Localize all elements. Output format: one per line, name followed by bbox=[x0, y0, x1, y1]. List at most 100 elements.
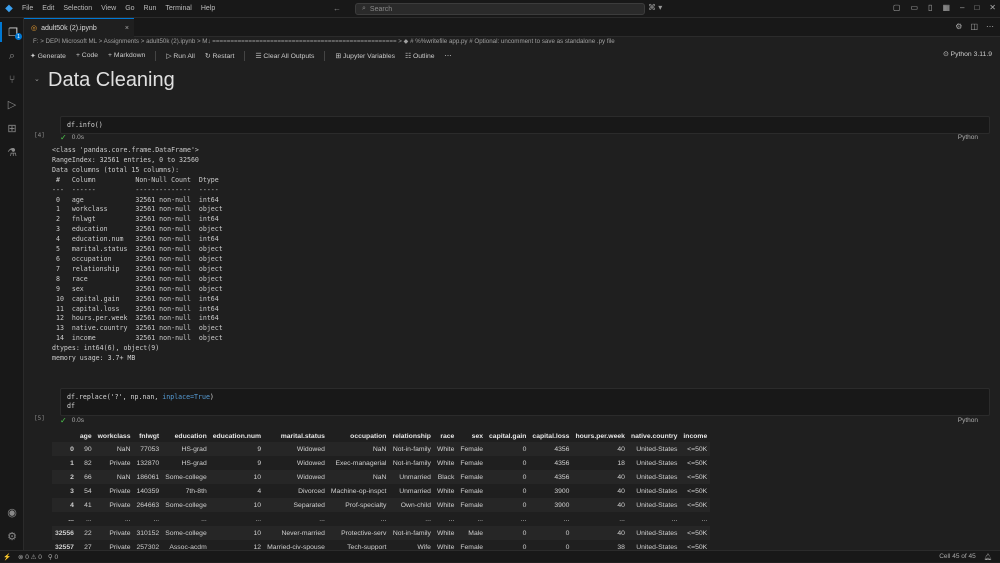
tab-close-icon[interactable]: × bbox=[125, 25, 129, 32]
source-control-icon[interactable]: ⑂ bbox=[0, 70, 24, 90]
table-cell: 0 bbox=[522, 543, 527, 551]
menu-edit[interactable]: Edit bbox=[42, 5, 54, 12]
row-index: 32556 bbox=[55, 529, 74, 537]
table-cell: ... bbox=[153, 515, 160, 523]
menu-selection[interactable]: Selection bbox=[63, 5, 92, 12]
column-header: relationship bbox=[392, 432, 431, 440]
nav-arrows: ← bbox=[333, 4, 341, 13]
command-center-search[interactable]: ⌕ Search bbox=[355, 3, 645, 15]
add-code-button[interactable]: + Code bbox=[76, 52, 98, 59]
table-cell: Female bbox=[460, 501, 484, 509]
settings-gear-icon[interactable]: ⚙ bbox=[0, 526, 24, 546]
extensions-icon[interactable]: ⊞ bbox=[0, 118, 24, 138]
table-cell: 77053 bbox=[140, 445, 160, 453]
table-cell: Machine-op-inspct bbox=[330, 487, 387, 495]
clear-outputs-button[interactable]: ☰ Clear All Outputs bbox=[255, 52, 314, 60]
table-cell: 4356 bbox=[554, 445, 570, 453]
table-cell: ... bbox=[448, 515, 455, 523]
more-toolbar-icon[interactable]: ⋯ bbox=[445, 52, 452, 60]
explorer-icon[interactable]: ❐ 1 bbox=[0, 22, 24, 42]
problems-indicator[interactable]: ⊗ 0 ⚠ 0 bbox=[18, 553, 42, 561]
table-cell: ... bbox=[201, 515, 207, 523]
run-all-button[interactable]: ▷ Run All bbox=[166, 52, 195, 60]
row-index: 0 bbox=[70, 445, 74, 453]
kernel-label: Python 3.11.9 bbox=[950, 51, 992, 58]
table-cell: United-States bbox=[636, 501, 678, 509]
restart-button[interactable]: ↻ Restart bbox=[205, 52, 235, 60]
toolbar-divider bbox=[324, 50, 326, 61]
maximize-icon[interactable]: □ bbox=[974, 3, 979, 12]
table-cell: Widowed bbox=[296, 459, 325, 467]
table-cell: Private bbox=[109, 501, 131, 509]
split-editor-icon[interactable]: ◫ bbox=[970, 22, 978, 31]
panel-toggle-icon[interactable]: ▭ bbox=[910, 3, 918, 12]
exec-time: 0.0s bbox=[71, 416, 84, 424]
column-header: race bbox=[440, 432, 455, 440]
menu-run[interactable]: Run bbox=[144, 5, 157, 12]
cell-position[interactable]: Cell 45 of 45 bbox=[939, 553, 976, 560]
column-header: hours.per.week bbox=[575, 432, 625, 440]
outline-button[interactable]: ☷ Outline bbox=[405, 52, 435, 60]
table-cell: Female bbox=[460, 473, 484, 481]
menu-help[interactable]: Help bbox=[201, 5, 215, 12]
notifications-icon[interactable]: 🔔︎ bbox=[984, 553, 992, 561]
column-header: marital.status bbox=[280, 432, 325, 440]
menu-view[interactable]: View bbox=[101, 5, 116, 12]
ports-icon[interactable]: ⚲ 0 bbox=[48, 553, 58, 561]
account-icon[interactable]: ◉ bbox=[0, 502, 24, 522]
table-cell: White bbox=[436, 501, 455, 509]
cell-language[interactable]: Python bbox=[958, 134, 978, 141]
column-header: occupation bbox=[350, 432, 387, 440]
add-markdown-button[interactable]: + Markdown bbox=[108, 52, 145, 59]
column-header: workclass bbox=[97, 432, 131, 440]
table-cell: Not-in-family bbox=[392, 445, 431, 453]
table-cell: ... bbox=[380, 515, 387, 523]
table-cell: White bbox=[436, 487, 455, 495]
row-index: 3 bbox=[70, 487, 74, 495]
collapse-chevron-icon[interactable]: ⌄ bbox=[34, 75, 40, 83]
code-text: df.info() bbox=[67, 121, 103, 129]
code-line-1: df.replace('?', np.nan, bbox=[67, 393, 163, 401]
breadcrumb[interactable]: F: > DEPI Microsoft ML > Assignments > a… bbox=[33, 38, 993, 48]
cell-language[interactable]: Python bbox=[958, 417, 978, 424]
menu-terminal[interactable]: Terminal bbox=[165, 5, 191, 12]
layout-toggle-icon[interactable]: ▢ bbox=[893, 3, 901, 12]
table-cell: 0 bbox=[522, 487, 527, 495]
code-cell-replace[interactable]: df.replace('?', np.nan, inplace=True) df bbox=[60, 388, 990, 416]
table-cell: Protective-serv bbox=[341, 529, 387, 537]
table-cell: Not-in-family bbox=[392, 459, 431, 467]
code-text: df.replace('?', np.nan, inplace=True) df bbox=[61, 389, 989, 411]
run-debug-icon[interactable]: ▷ bbox=[0, 94, 24, 114]
table-cell: 40 bbox=[617, 473, 625, 481]
table-cell: <=50K bbox=[687, 459, 708, 467]
execution-count: [4] bbox=[34, 132, 45, 139]
menu-go[interactable]: Go bbox=[125, 5, 134, 12]
table-cell: 40 bbox=[617, 445, 625, 453]
table-cell: Private bbox=[109, 459, 131, 467]
copilot-icon[interactable]: ⌘ ▾ bbox=[648, 3, 662, 12]
tab-notebook[interactable]: ◎ adult50k (2).ipynb × bbox=[24, 18, 134, 37]
close-window-icon[interactable]: ✕ bbox=[989, 3, 996, 12]
table-cell: ... bbox=[520, 515, 527, 523]
back-arrow-icon[interactable]: ← bbox=[333, 4, 341, 13]
search-sidebar-icon[interactable]: ⌕ bbox=[0, 46, 24, 66]
jupyter-variables-button[interactable]: ⊞ Jupyter Variables bbox=[335, 52, 395, 60]
settings-icon[interactable]: ⚙ bbox=[955, 22, 962, 31]
table-cell: HS-grad bbox=[181, 445, 207, 453]
table-cell: 41 bbox=[84, 501, 92, 509]
customize-layout-icon[interactable]: ▦ bbox=[942, 3, 950, 12]
title-bar: ◆ File Edit Selection View Go Run Termin… bbox=[0, 0, 1000, 18]
generate-button[interactable]: ✦ Generate bbox=[30, 52, 66, 60]
minimize-icon[interactable]: – bbox=[960, 3, 964, 12]
kernel-picker[interactable]: ⊙ Python 3.11.9 bbox=[943, 50, 992, 58]
table-cell: Female bbox=[460, 487, 484, 495]
editor-actions: ⚙ ◫ ⋯ bbox=[955, 22, 994, 31]
remote-icon[interactable]: ⚡ bbox=[0, 551, 14, 563]
menu-file[interactable]: File bbox=[22, 5, 33, 12]
more-actions-icon[interactable]: ⋯ bbox=[986, 22, 994, 31]
table-cell: Tech-support bbox=[347, 543, 387, 551]
table-cell: 22 bbox=[84, 529, 92, 537]
testing-icon[interactable]: ⚗ bbox=[0, 142, 24, 162]
tab-label: adult50k (2).ipynb bbox=[41, 24, 97, 32]
sidebar-toggle-icon[interactable]: ▯ bbox=[928, 3, 932, 12]
